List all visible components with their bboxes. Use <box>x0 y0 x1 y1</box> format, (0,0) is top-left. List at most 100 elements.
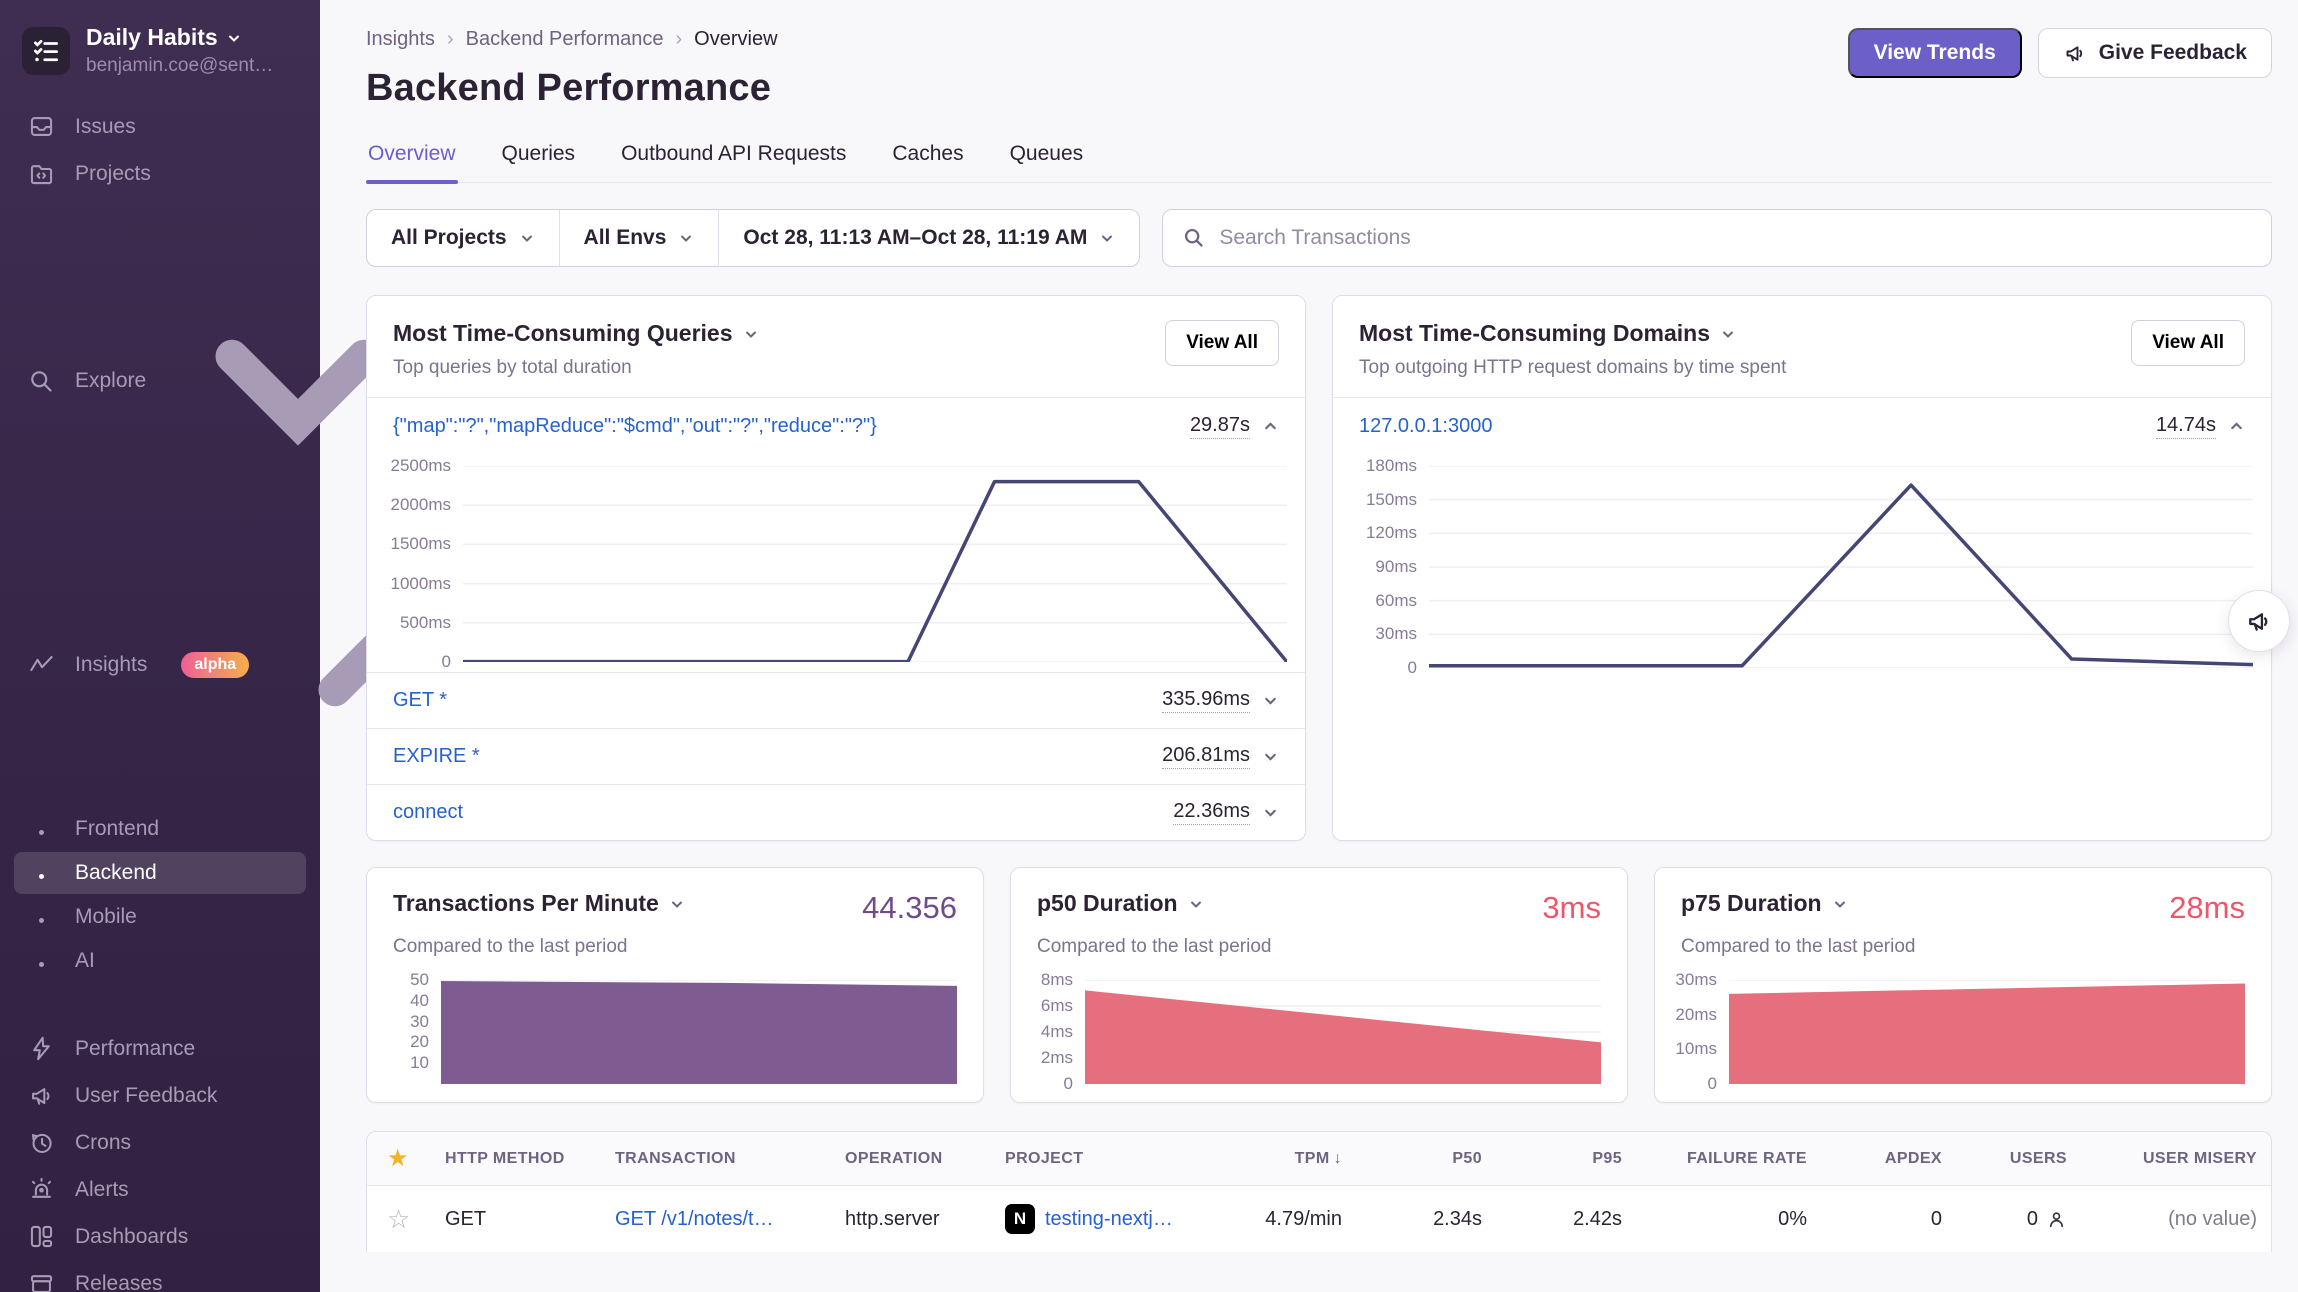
query-link[interactable]: {"map":"?","mapReduce":"$cmd","out":"?",… <box>393 415 877 438</box>
user-icon <box>2046 1209 2067 1230</box>
tab-caches[interactable]: Caches <box>890 138 965 182</box>
page-title: Backend Performance <box>366 67 778 110</box>
metric-cards-row: Transactions Per Minute 44.356 Compared … <box>366 867 2272 1103</box>
search-transactions-input[interactable] <box>1219 226 2251 250</box>
breadcrumb-current: Overview <box>694 28 777 51</box>
siren-icon <box>28 1176 55 1203</box>
sidebar-item-label: Projects <box>75 162 151 186</box>
sidebar-item-projects[interactable]: Projects <box>14 151 306 196</box>
sidebar-item-alerts[interactable]: Alerts <box>14 1167 306 1212</box>
chevron-down-icon[interactable] <box>1262 692 1279 709</box>
sidebar-item-backend[interactable]: Backend <box>14 852 306 894</box>
sidebar-item-performance[interactable]: Performance <box>14 1026 306 1071</box>
p75-card-title: p75 Duration <box>1681 890 1822 917</box>
col-transaction[interactable]: TRANSACTION <box>601 1150 831 1168</box>
sidebar-item-mobile[interactable]: Mobile <box>14 896 306 938</box>
queries-view-all-button[interactable]: View All <box>1165 320 1279 366</box>
col-http-method[interactable]: HTTP METHOD <box>431 1150 601 1168</box>
tab-outbound-api-requests[interactable]: Outbound API Requests <box>619 138 848 182</box>
sidebar-item-dashboards[interactable]: Dashboards <box>14 1214 306 1259</box>
tpm-card-subtitle: Compared to the last period <box>393 936 957 958</box>
tab-bar: Overview Queries Outbound API Requests C… <box>366 138 2272 183</box>
table-row: ☆ GET GET /v1/notes/t… http.server N tes… <box>367 1186 2271 1252</box>
domains-view-all-button[interactable]: View All <box>2131 320 2245 366</box>
app-root: Daily Habits benjamin.coe@sent… Issues P… <box>0 0 2298 1292</box>
star-filled-icon[interactable]: ★ <box>367 1144 431 1173</box>
view-trends-button[interactable]: View Trends <box>1848 28 2022 78</box>
project-filter[interactable]: All Projects <box>367 210 559 266</box>
domain-duration: 14.74s <box>2156 414 2216 439</box>
cell-transaction-link[interactable]: GET /v1/notes/t… <box>601 1208 831 1231</box>
col-tpm-sorted[interactable]: TPM↓ <box>1206 1150 1356 1168</box>
sidebar-item-crons[interactable]: Crons <box>14 1120 306 1165</box>
chevron-up-icon[interactable] <box>2228 418 2245 435</box>
checklist-icon <box>31 36 61 66</box>
give-feedback-button[interactable]: Give Feedback <box>2038 28 2272 78</box>
transactions-table-header: ★ HTTP METHOD TRANSACTION OPERATION PROJ… <box>367 1132 2271 1186</box>
p75-duration-card: p75 Duration 28ms Compared to the last p… <box>1654 867 2272 1103</box>
sidebar-item-issues[interactable]: Issues <box>14 104 306 149</box>
chevron-down-icon[interactable] <box>1262 748 1279 765</box>
star-outline-icon[interactable]: ☆ <box>367 1204 431 1235</box>
date-range-filter[interactable]: Oct 28, 11:13 AM–Oct 28, 11:19 AM <box>718 210 1139 266</box>
cell-p50: 2.34s <box>1356 1208 1496 1231</box>
col-users[interactable]: USERS <box>1956 1150 2081 1168</box>
col-apdex[interactable]: APDEX <box>1821 1150 1956 1168</box>
project-link[interactable]: testing-nextj… <box>1045 1208 1173 1231</box>
lightning-icon <box>28 1035 55 1062</box>
chevron-down-icon[interactable] <box>1262 804 1279 821</box>
cell-project[interactable]: N testing-nextj… <box>991 1204 1206 1234</box>
sidebar-item-releases[interactable]: Releases <box>14 1261 306 1292</box>
tpm-card-title: Transactions Per Minute <box>393 890 659 917</box>
tpm-card-title-row[interactable]: Transactions Per Minute <box>393 890 685 917</box>
breadcrumb-backend-performance[interactable]: Backend Performance <box>466 28 664 51</box>
query-link[interactable]: connect <box>393 801 463 824</box>
environment-filter[interactable]: All Envs <box>559 210 719 266</box>
sidebar-item-frontend[interactable]: Frontend <box>14 808 306 850</box>
search-box <box>1162 209 2272 267</box>
col-tpm-label: TPM <box>1295 1150 1330 1167</box>
domains-panel-title-row[interactable]: Most Time-Consuming Domains <box>1359 320 1786 347</box>
col-project[interactable]: PROJECT <box>991 1150 1206 1168</box>
floating-feedback-button[interactable] <box>2228 590 2290 652</box>
sidebar-item-label: Dashboards <box>75 1225 188 1249</box>
col-failure-rate[interactable]: FAILURE RATE <box>1636 1150 1821 1168</box>
col-operation[interactable]: OPERATION <box>831 1150 991 1168</box>
chevron-down-icon <box>1099 230 1115 246</box>
nextjs-platform-icon: N <box>1005 1204 1035 1234</box>
tab-queries[interactable]: Queries <box>500 138 578 182</box>
cell-apdex: 0 <box>1821 1208 1956 1231</box>
query-link[interactable]: GET * <box>393 689 447 712</box>
col-user-misery[interactable]: USER MISERY <box>2081 1150 2271 1168</box>
sidebar-item-label: User Feedback <box>75 1084 217 1108</box>
breadcrumb-separator: › <box>676 28 683 51</box>
query-link[interactable]: EXPIRE * <box>393 745 480 768</box>
chevron-up-icon[interactable] <box>1262 418 1279 435</box>
sidebar-item-label: Backend <box>75 861 157 885</box>
sidebar-item-insights[interactable]: Insights alpha <box>14 524 306 806</box>
org-switcher[interactable]: Daily Habits benjamin.coe@sent… <box>0 24 320 103</box>
sidebar-item-ai[interactable]: AI <box>14 940 306 982</box>
domains-panel-subtitle: Top outgoing HTTP request domains by tim… <box>1359 357 1786 379</box>
p75-card-title-row[interactable]: p75 Duration <box>1681 890 1848 917</box>
col-p95[interactable]: P95 <box>1496 1150 1636 1168</box>
col-p50[interactable]: P50 <box>1356 1150 1496 1168</box>
p50-card-title-row[interactable]: p50 Duration <box>1037 890 1204 917</box>
sidebar-item-explore[interactable]: Explore <box>14 240 306 522</box>
domain-link[interactable]: 127.0.0.1:3000 <box>1359 415 1492 438</box>
cell-users: 0 <box>1956 1208 2081 1231</box>
breadcrumb-insights[interactable]: Insights <box>366 28 435 51</box>
issues-icon <box>28 113 55 140</box>
tab-queues[interactable]: Queues <box>1008 138 1086 182</box>
date-range-label: Oct 28, 11:13 AM–Oct 28, 11:19 AM <box>743 226 1087 250</box>
users-count: 0 <box>2027 1208 2038 1231</box>
p75-card-subtitle: Compared to the last period <box>1681 936 2245 958</box>
sidebar-item-user-feedback[interactable]: User Feedback <box>14 1073 306 1118</box>
sidebar-item-label: Crons <box>75 1131 131 1155</box>
queries-panel-title-row[interactable]: Most Time-Consuming Queries <box>393 320 759 347</box>
queries-panel-subtitle: Top queries by total duration <box>393 357 759 379</box>
sidebar-item-label: Releases <box>75 1272 163 1292</box>
tab-overview[interactable]: Overview <box>366 138 458 182</box>
most-time-consuming-domains-panel: Most Time-Consuming Domains Top outgoing… <box>1332 295 2272 841</box>
give-feedback-label: Give Feedback <box>2099 41 2247 65</box>
